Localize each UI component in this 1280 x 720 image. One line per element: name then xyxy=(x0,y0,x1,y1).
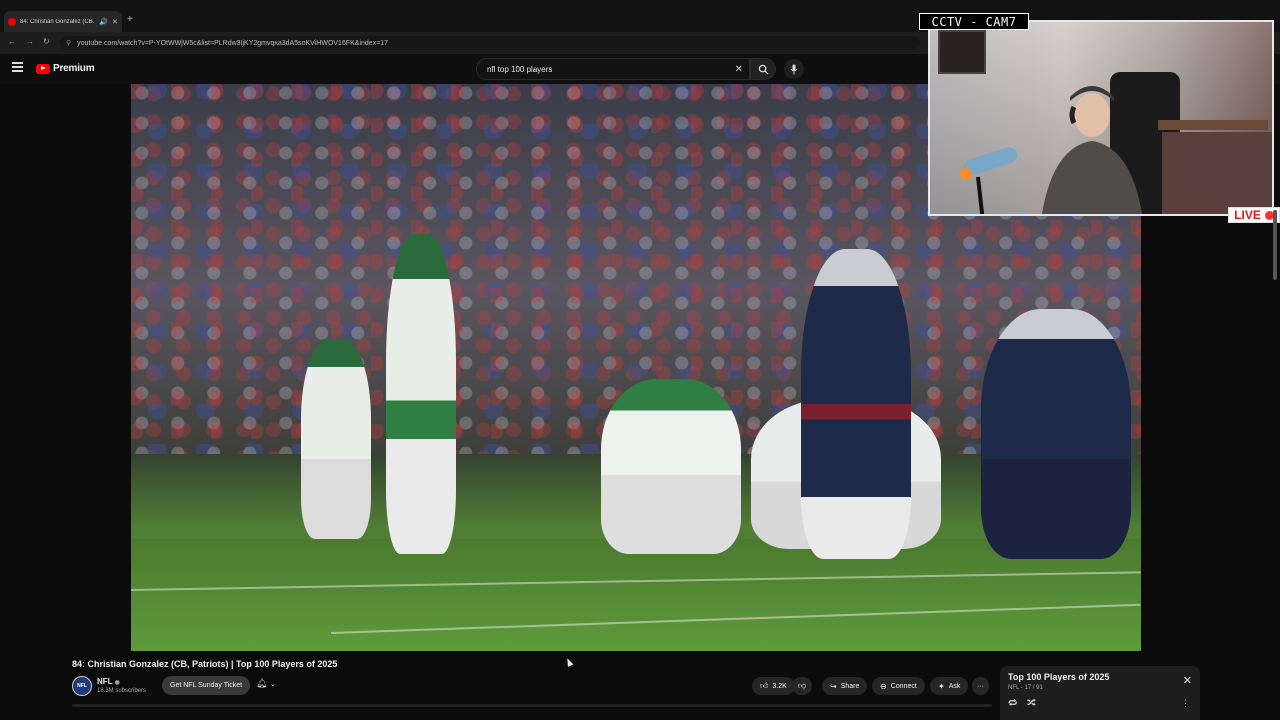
channel-name[interactable]: NFL ◉ xyxy=(97,677,120,686)
search-icon xyxy=(758,64,769,75)
youtube-premium-logo[interactable]: Premium xyxy=(36,63,95,74)
browser-tab[interactable]: 84: Christian Gonzalez (CB... 🔊 ✕ xyxy=(4,11,122,32)
back-icon[interactable]: ← xyxy=(8,37,16,46)
webcam-microphone-icon xyxy=(960,147,1017,214)
channel-name-text: NFL xyxy=(97,677,113,686)
hamburger-menu-icon[interactable] xyxy=(12,62,23,74)
more-label: ··· xyxy=(977,682,984,690)
search-input[interactable]: nfl top 100 players xyxy=(487,65,735,74)
thumbs-up-icon: 👍︎ xyxy=(760,681,769,690)
verified-icon: ◉ xyxy=(114,680,120,686)
site-info-icon[interactable]: ⚲ xyxy=(66,39,71,47)
chevron-down-icon[interactable]: ⌄ xyxy=(270,681,276,688)
channel-subscriber-count: 18.3M subscribers xyxy=(97,688,147,694)
description-box-edge xyxy=(72,704,992,707)
forward-icon[interactable]: → xyxy=(26,37,34,46)
shuffle-icon[interactable]: 🔀︎ xyxy=(1027,697,1036,710)
connect-icon: ⊖ xyxy=(880,681,887,691)
share-button[interactable]: ↪ Share xyxy=(822,677,868,695)
cctv-label: CCTV - CAM7 xyxy=(919,13,1029,30)
like-button[interactable]: 👍︎ 3.2K xyxy=(752,677,795,695)
microphone-icon xyxy=(790,64,798,74)
reload-icon[interactable]: ↻ xyxy=(43,37,50,46)
share-icon: ↪ xyxy=(830,681,837,691)
youtube-favicon-icon xyxy=(8,17,16,26)
channel-avatar[interactable]: NFL xyxy=(72,676,92,696)
video-field-scene xyxy=(131,539,1141,651)
youtube-logo-icon xyxy=(36,63,50,74)
playlist-title[interactable]: Top 100 Players of 2025 xyxy=(1008,672,1109,682)
more-actions-button[interactable]: ··· xyxy=(972,677,989,695)
share-label: Share xyxy=(840,682,860,690)
playlist-position: NFL - 17 / 91 xyxy=(1008,685,1043,691)
dislike-button[interactable]: 👎︎ xyxy=(792,677,813,695)
webcam-shelf xyxy=(1158,120,1268,130)
url-field[interactable]: ⚲ youtube.com/watch?v=P-YOtWWjW5c&list=P… xyxy=(60,36,920,50)
live-label: LIVE xyxy=(1234,208,1261,222)
search-box[interactable]: nfl top 100 players ✕ xyxy=(476,58,750,80)
sunday-ticket-button[interactable]: Get NFL Sunday Ticket xyxy=(162,676,251,695)
jets-player-figure xyxy=(301,339,371,539)
loop-icon[interactable]: 🔁︎ xyxy=(1008,697,1017,710)
speaker-icon[interactable]: 🔊 xyxy=(99,18,108,26)
jets-lineman-figure xyxy=(601,379,741,554)
url-text: youtube.com/watch?v=P-YOtWWjW5c&list=PLR… xyxy=(77,39,389,47)
connect-button[interactable]: ⊖ Connect xyxy=(872,677,925,695)
mouse-cursor-icon xyxy=(564,657,574,667)
sparkle-icon: ✦ xyxy=(938,681,945,691)
close-tab-icon[interactable]: ✕ xyxy=(112,18,118,26)
webcam-streamer-figure xyxy=(1041,86,1143,214)
voice-search-button[interactable] xyxy=(784,59,804,79)
clear-search-icon[interactable]: ✕ xyxy=(735,64,743,75)
connect-label: Connect xyxy=(890,682,917,690)
ask-label: Ask xyxy=(948,682,961,690)
jets-receiver-figure xyxy=(386,234,456,554)
logo-label: Premium xyxy=(53,63,95,74)
tab-title: 84: Christian Gonzalez (CB... xyxy=(20,18,96,25)
patriots-player-figure xyxy=(981,309,1131,559)
new-tab-icon[interactable]: + xyxy=(127,14,133,25)
ask-button[interactable]: ✦ Ask xyxy=(930,677,969,695)
search-button[interactable] xyxy=(750,58,776,80)
thumbs-down-icon: 👎︎ xyxy=(798,681,807,690)
video-title: 84: Christian Gonzalez (CB, Patriots) | … xyxy=(72,659,338,669)
playlist-menu-icon[interactable]: ⋮ xyxy=(1181,698,1190,709)
webcam-wall-frame xyxy=(938,30,986,74)
notification-bell-icon[interactable]: 🔔︎ ⌄ xyxy=(256,678,276,689)
webcam-overlay xyxy=(928,20,1274,216)
page-scrollbar[interactable] xyxy=(1273,210,1277,280)
like-count: 3.2K xyxy=(772,682,787,690)
webcam-couch xyxy=(1162,132,1272,214)
playlist-panel: Top 100 Players of 2025 NFL - 17 / 91 ✕ … xyxy=(1000,666,1200,720)
close-playlist-icon[interactable]: ✕ xyxy=(1183,674,1192,687)
patriots-cornerback-figure xyxy=(801,249,911,559)
